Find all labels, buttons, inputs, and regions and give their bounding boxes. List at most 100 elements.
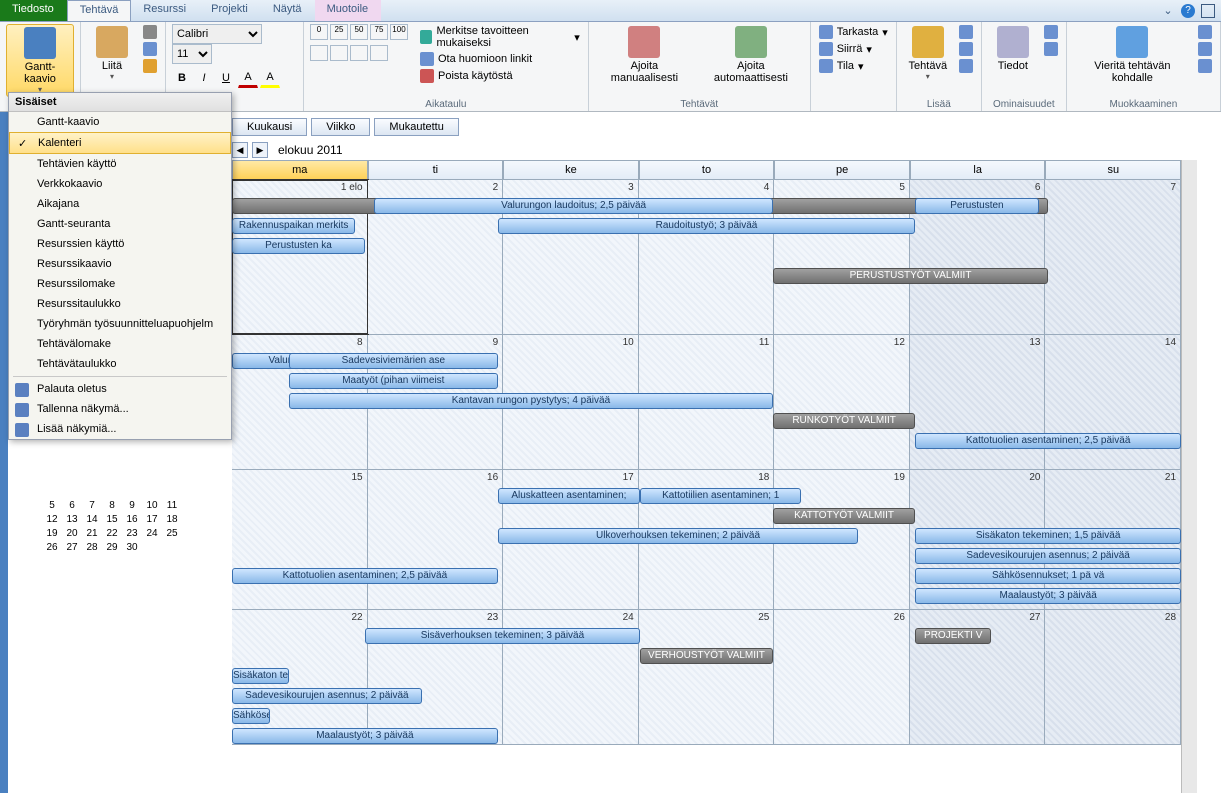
minical-day[interactable] — [162, 540, 182, 554]
day-cell[interactable]: 12 — [774, 335, 910, 469]
task-bar[interactable]: RUNKOTYÖT VALMIIT — [773, 413, 915, 429]
find-button[interactable] — [1196, 24, 1214, 40]
fill-button[interactable] — [1196, 58, 1214, 74]
minical-day[interactable]: 15 — [102, 512, 122, 526]
task-bar[interactable]: Sisäverhouksen tekeminen; 3 päivää — [365, 628, 640, 644]
minical-day[interactable]: 19 — [42, 526, 62, 540]
clear-button[interactable] — [1196, 41, 1214, 57]
tab-task[interactable]: Tehtävä — [67, 0, 132, 21]
minical-day[interactable]: 14 — [82, 512, 102, 526]
tab-format[interactable]: Muotoile — [315, 0, 382, 21]
menu-item-1[interactable]: Kalenteri — [9, 132, 231, 154]
task-bar[interactable]: Aluskatteen asentaminen; — [498, 488, 640, 504]
minical-day[interactable]: 13 — [62, 512, 82, 526]
menu-item-11[interactable]: Tehtävälomake — [9, 334, 231, 354]
menu-item-6[interactable]: Resurssien käyttö — [9, 234, 231, 254]
task-bar[interactable]: KATTOTYÖT VALMIIT — [773, 508, 915, 524]
task-bar[interactable]: Kattotuolien asentaminen; 2,5 päivää — [232, 568, 498, 584]
respect-links-button[interactable]: Ota huomioon linkit — [418, 51, 582, 67]
fill-color-button[interactable]: A — [260, 68, 280, 88]
day-cell[interactable]: 25 — [639, 610, 775, 744]
task-bar[interactable]: Sadevesikourujen asennus; 2 päivää — [232, 688, 422, 704]
menu-item-4[interactable]: Aikajana — [9, 194, 231, 214]
task-bar[interactable]: Sähkösennukset; 1 pä vä — [915, 568, 1181, 584]
task-bar[interactable]: Kattotiilien asentaminen; 1 — [640, 488, 801, 504]
menu-save-view[interactable]: Tallenna näkymä... — [9, 399, 231, 419]
minical-day[interactable]: 24 — [142, 526, 162, 540]
menu-item-10[interactable]: Työryhmän työsuunnitteluapuohjelm — [9, 314, 231, 334]
minical-day[interactable]: 6 — [62, 498, 82, 512]
task-bar[interactable]: Sadevesikourujen asennus; 2 päivää — [915, 548, 1181, 564]
mark-on-track-button[interactable]: Merkitse tavoitteen mukaiseksi ▾ — [418, 24, 582, 50]
minical-day[interactable]: 7 — [82, 498, 102, 512]
progress-50-button[interactable]: 50 — [350, 24, 368, 40]
task-bar[interactable]: VERHOUSTYÖT VALMIIT — [640, 648, 773, 664]
menu-reset-default[interactable]: Palauta oletus — [9, 379, 231, 399]
inspect-button[interactable]: Tarkasta ▾ — [817, 24, 890, 40]
minical-day[interactable] — [142, 540, 162, 554]
task-bar[interactable]: Raudoitustyö; 3 päivää — [498, 218, 916, 234]
tab-file[interactable]: Tiedosto — [0, 0, 67, 21]
minical-day[interactable]: 10 — [142, 498, 162, 512]
menu-item-9[interactable]: Resurssitaulukko — [9, 294, 231, 314]
mini-calendar[interactable]: 5678910111213141516171819202122232425262… — [42, 498, 182, 554]
cut-button[interactable] — [141, 24, 159, 40]
task-bar[interactable]: Sadevesiviemärien ase — [289, 353, 498, 369]
minimize-ribbon-icon[interactable]: ⌄ — [1161, 4, 1175, 18]
task-bar[interactable]: Sisäkaton tek — [232, 668, 289, 684]
task-bar[interactable]: PROJEKTI V — [915, 628, 991, 644]
task-bar[interactable]: Perustusten — [915, 198, 1038, 214]
day-cell[interactable]: 16 — [368, 470, 504, 609]
tab-resource[interactable]: Resurssi — [131, 0, 199, 21]
menu-item-7[interactable]: Resurssikaavio — [9, 254, 231, 274]
tab-project[interactable]: Projekti — [199, 0, 261, 21]
outdent-button[interactable] — [310, 45, 328, 61]
notes-button[interactable] — [1042, 24, 1060, 40]
menu-item-2[interactable]: Tehtävien käyttö — [9, 154, 231, 174]
day-cell[interactable]: 7 — [1045, 180, 1181, 334]
minical-day[interactable]: 27 — [62, 540, 82, 554]
task-bar[interactable]: PERUSTUSTYÖT VALMIIT — [773, 268, 1048, 284]
menu-item-8[interactable]: Resurssilomake — [9, 274, 231, 294]
bold-button[interactable]: B — [172, 68, 192, 88]
font-size-select[interactable]: 11 — [172, 44, 212, 64]
task-bar[interactable]: Maatyöt (pihan viimeist — [289, 373, 498, 389]
milestone-button[interactable] — [957, 41, 975, 57]
format-painter-button[interactable] — [141, 58, 159, 74]
deliverable-button[interactable] — [957, 58, 975, 74]
menu-item-3[interactable]: Verkkokaavio — [9, 174, 231, 194]
menu-item-0[interactable]: Gantt-kaavio — [9, 112, 231, 132]
font-name-select[interactable]: Calibri — [172, 24, 262, 44]
view-week-button[interactable]: Viikko — [311, 118, 370, 136]
tab-view[interactable]: Näytä — [261, 0, 315, 21]
timeline-button[interactable] — [1042, 41, 1060, 57]
minical-day[interactable]: 25 — [162, 526, 182, 540]
minical-day[interactable]: 28 — [82, 540, 102, 554]
progress-100-button[interactable]: 100 — [390, 24, 408, 40]
progress-0-button[interactable]: 0 — [310, 24, 328, 40]
minical-day[interactable]: 9 — [122, 498, 142, 512]
italic-button[interactable]: I — [194, 68, 214, 88]
task-bar[interactable]: Maalaustyöt; 3 päivää — [232, 728, 498, 744]
indent-button[interactable] — [330, 45, 348, 61]
day-cell[interactable]: 15 — [232, 470, 368, 609]
vertical-scrollbar[interactable] — [1181, 160, 1197, 793]
minical-day[interactable]: 17 — [142, 512, 162, 526]
scroll-to-task-button[interactable]: Vieritä tehtävän kohdalle — [1073, 24, 1192, 86]
help-icon[interactable]: ? — [1181, 4, 1195, 18]
copy-button[interactable] — [141, 41, 159, 57]
task-bar[interactable]: Kattotuolien asentaminen; 2,5 päivää — [915, 433, 1181, 449]
prev-month-button[interactable]: ◀ — [232, 142, 248, 158]
menu-item-12[interactable]: Tehtävätaulukko — [9, 354, 231, 374]
task-bar[interactable]: Valurungon laudoitus; 2,5 päivää — [374, 198, 773, 214]
minical-day[interactable]: 20 — [62, 526, 82, 540]
day-cell[interactable]: 28 — [1045, 610, 1181, 744]
mode-button[interactable]: Tila ▾ — [817, 58, 890, 74]
move-button[interactable]: Siirrä ▾ — [817, 41, 890, 57]
unlink-button[interactable] — [370, 45, 388, 61]
progress-75-button[interactable]: 75 — [370, 24, 388, 40]
schedule-auto-button[interactable]: Ajoita automaattisesti — [698, 24, 804, 86]
minical-day[interactable]: 18 — [162, 512, 182, 526]
schedule-manual-button[interactable]: Ajoita manuaalisesti — [595, 24, 694, 86]
minical-day[interactable]: 30 — [122, 540, 142, 554]
